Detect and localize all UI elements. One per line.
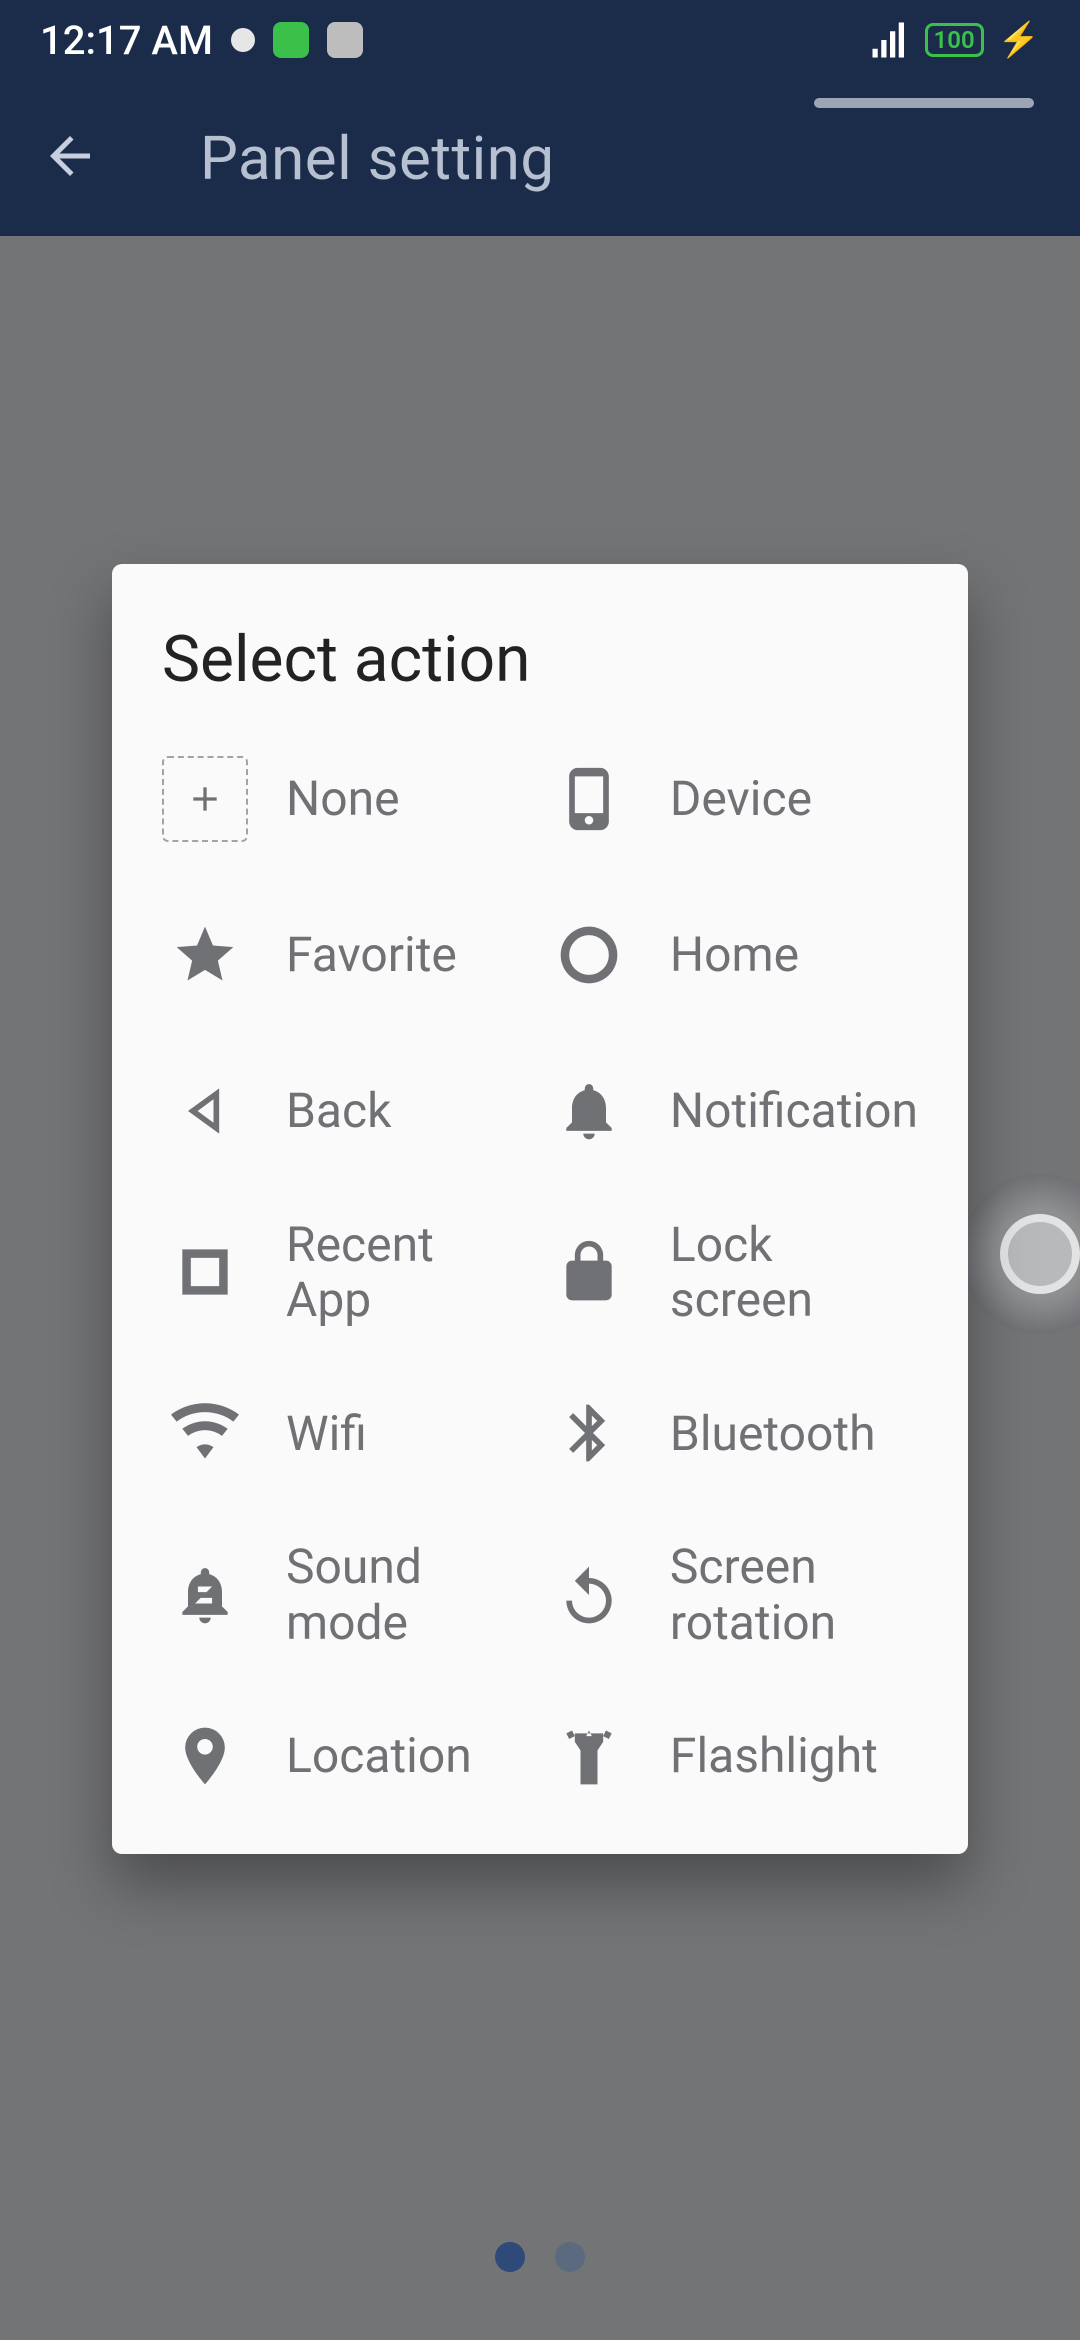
lock-icon — [546, 1229, 632, 1315]
battery-indicator: 100 — [925, 23, 984, 57]
action-label: Notification — [670, 1083, 918, 1138]
action-label: Back — [286, 1083, 391, 1138]
page-dot-active — [495, 2242, 525, 2272]
battery-percent: 100 — [934, 28, 975, 52]
action-grid: None Device Favorite Home Back — [162, 749, 918, 1806]
star-icon — [162, 912, 248, 998]
action-label: Screen rotation — [670, 1539, 918, 1649]
status-notification-dot-icon — [231, 28, 255, 52]
status-time: 12:17 AM — [40, 17, 213, 64]
status-left: 12:17 AM — [40, 17, 363, 64]
phone-icon — [546, 756, 632, 842]
square-icon — [162, 1229, 248, 1315]
bluetooth-icon — [546, 1390, 632, 1476]
action-notification[interactable]: Notification — [546, 1061, 918, 1161]
action-device[interactable]: Device — [546, 749, 918, 849]
page-dot — [555, 2242, 585, 2272]
action-label: Recent App — [286, 1217, 510, 1327]
page-title: Panel setting — [200, 123, 555, 194]
action-label: Favorite — [286, 927, 457, 982]
select-action-dialog: Select action None Device Favorite Home — [112, 564, 968, 1854]
action-wifi[interactable]: Wifi — [162, 1383, 510, 1483]
action-screen-rotation[interactable]: Screen rotation — [546, 1539, 918, 1649]
flashlight-icon — [546, 1713, 632, 1799]
action-label: Flashlight — [670, 1728, 878, 1783]
action-label: Bluetooth — [670, 1406, 876, 1461]
action-label: Location — [286, 1728, 472, 1783]
bell-icon — [546, 1068, 632, 1154]
assistive-touch-bubble-inner — [1000, 1214, 1080, 1294]
wifi-icon — [162, 1390, 248, 1476]
action-favorite[interactable]: Favorite — [162, 905, 510, 1005]
action-label: Device — [670, 771, 812, 826]
action-none[interactable]: None — [162, 749, 510, 849]
action-label: Sound mode — [286, 1539, 510, 1649]
status-app-icon — [273, 22, 309, 58]
action-label: None — [286, 771, 400, 826]
dialog-title: Select action — [162, 622, 918, 697]
action-label: Wifi — [286, 1406, 367, 1461]
action-label: Lock screen — [670, 1217, 918, 1327]
action-sound-mode[interactable]: Sound mode — [162, 1539, 510, 1649]
status-bar: 12:17 AM 100 ⚡ — [0, 0, 1080, 80]
charging-bolt-icon: ⚡ — [998, 20, 1040, 60]
nav-back-icon — [162, 1068, 248, 1154]
status-app-icon-2 — [327, 22, 363, 58]
action-flashlight[interactable]: Flashlight — [546, 1706, 918, 1806]
action-lock-screen[interactable]: Lock screen — [546, 1217, 918, 1327]
action-label: Home — [670, 927, 799, 982]
action-back[interactable]: Back — [162, 1061, 510, 1161]
action-home[interactable]: Home — [546, 905, 918, 1005]
pin-icon — [162, 1713, 248, 1799]
circle-icon — [546, 912, 632, 998]
page-indicator — [495, 2242, 585, 2272]
action-recent-app[interactable]: Recent App — [162, 1217, 510, 1327]
status-right: 100 ⚡ — [869, 19, 1040, 61]
rotate-icon — [546, 1552, 632, 1638]
signal-icon — [869, 19, 911, 61]
plus-dashed-icon — [162, 756, 248, 842]
bell-snooze-icon — [162, 1552, 248, 1638]
action-bluetooth[interactable]: Bluetooth — [546, 1383, 918, 1483]
toolbar-handle — [814, 98, 1034, 108]
back-arrow-icon[interactable] — [40, 126, 100, 190]
action-location[interactable]: Location — [162, 1706, 510, 1806]
